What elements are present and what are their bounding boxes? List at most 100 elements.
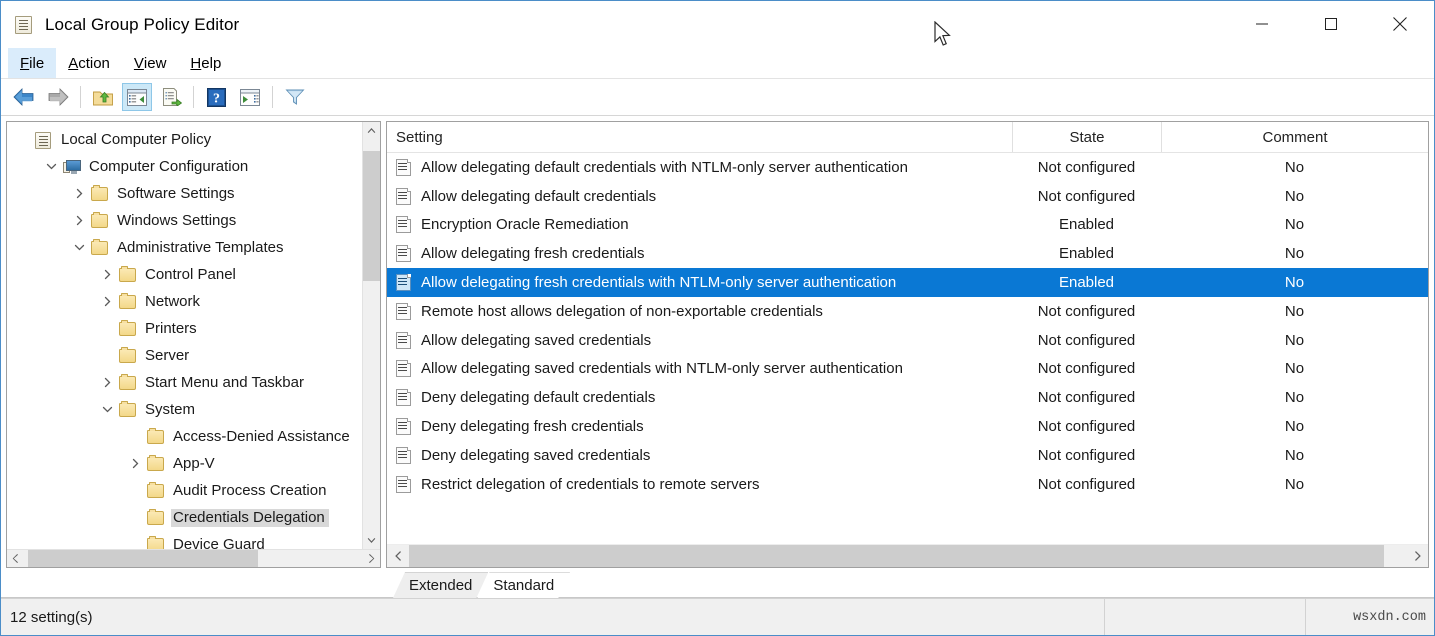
show-hide-tree-icon[interactable] xyxy=(122,83,152,111)
menu-action[interactable]: Action xyxy=(56,48,122,78)
chevron-right-icon[interactable] xyxy=(70,180,89,207)
tree-item[interactable]: Network xyxy=(7,288,362,315)
scroll-up-icon[interactable] xyxy=(363,122,380,139)
minimize-button[interactable] xyxy=(1227,1,1296,47)
tree-item[interactable]: Server xyxy=(7,342,362,369)
tree-item[interactable]: System xyxy=(7,396,362,423)
scroll-down-icon[interactable] xyxy=(363,532,380,549)
column-header-state[interactable]: State xyxy=(1012,122,1161,152)
status-segment-middle xyxy=(1104,599,1305,635)
chevron-right-icon[interactable] xyxy=(70,207,89,234)
cell-setting: Allow delegating default credentials wit… xyxy=(387,158,1012,177)
table-row[interactable]: Restrict delegation of credentials to re… xyxy=(387,470,1428,499)
menu-help[interactable]: Help xyxy=(178,48,233,78)
tree-item[interactable]: Control Panel xyxy=(7,261,362,288)
tree-vertical-scrollbar[interactable] xyxy=(362,122,380,549)
chevron-down-icon[interactable] xyxy=(98,396,117,423)
table-row[interactable]: Deny delegating saved credentialsNot con… xyxy=(387,441,1428,470)
table-row[interactable]: Deny delegating fresh credentialsNot con… xyxy=(387,412,1428,441)
tree-horizontal-scrollbar[interactable] xyxy=(7,549,380,567)
menu-file[interactable]: File xyxy=(8,48,56,78)
list-hscroll-thumb[interactable] xyxy=(409,545,1384,567)
tree-item-label: Printers xyxy=(143,320,201,338)
title-bar[interactable]: Local Group Policy Editor xyxy=(1,1,1434,48)
table-row[interactable]: Allow delegating default credentials wit… xyxy=(387,153,1428,182)
policy-scroll-icon xyxy=(12,13,36,37)
scroll-left-icon[interactable] xyxy=(387,545,409,567)
policy-setting-icon xyxy=(394,359,415,378)
policy-setting-icon xyxy=(394,388,415,407)
cell-setting: Remote host allows delegation of non-exp… xyxy=(387,302,1012,321)
close-button[interactable] xyxy=(1365,1,1434,47)
chevron-right-icon[interactable] xyxy=(98,288,117,315)
tree-item[interactable]: App-V xyxy=(7,450,362,477)
tree-item[interactable]: Administrative Templates xyxy=(7,234,362,261)
table-row[interactable]: Deny delegating default credentialsNot c… xyxy=(387,383,1428,412)
tree-item[interactable]: Access-Denied Assistance xyxy=(7,423,362,450)
list-header-row: Setting State Comment xyxy=(387,122,1428,153)
tree-item[interactable]: Printers xyxy=(7,315,362,342)
table-row[interactable]: Allow delegating fresh credentials with … xyxy=(387,268,1428,297)
folder-icon xyxy=(117,400,139,420)
tree-item-label: Computer Configuration xyxy=(87,158,252,176)
console-tree[interactable]: Local Computer Policy Computer Configurat… xyxy=(7,122,362,549)
menu-view[interactable]: View xyxy=(122,48,179,78)
folder-icon xyxy=(145,481,167,501)
scroll-right-icon[interactable] xyxy=(1406,545,1428,567)
forward-icon[interactable] xyxy=(43,83,73,111)
tree-item[interactable]: Software Settings xyxy=(7,180,362,207)
setting-name: Deny delegating default credentials xyxy=(421,389,655,406)
column-header-comment[interactable]: Comment xyxy=(1161,122,1428,152)
folder-icon xyxy=(117,373,139,393)
tree-item[interactable]: Device Guard xyxy=(7,531,362,549)
policy-scroll-icon xyxy=(33,130,55,150)
tree-item-label: Windows Settings xyxy=(115,212,240,230)
table-row[interactable]: Allow delegating saved credentials with … xyxy=(387,355,1428,384)
tree-item-label: Credentials Delegation xyxy=(171,509,329,527)
tree-item[interactable]: Credentials Delegation xyxy=(7,504,362,531)
tree-item[interactable]: Computer Configuration xyxy=(7,153,362,180)
table-row[interactable]: Allow delegating fresh credentialsEnable… xyxy=(387,239,1428,268)
tree-item[interactable]: Start Menu and Taskbar xyxy=(7,369,362,396)
chevron-down-icon[interactable] xyxy=(42,153,61,180)
column-header-setting[interactable]: Setting xyxy=(387,122,1012,152)
chevron-down-icon[interactable] xyxy=(70,234,89,261)
tree-scroll-thumb[interactable] xyxy=(363,151,380,281)
tree-item-label: Server xyxy=(143,347,193,365)
tree-item[interactable]: Audit Process Creation xyxy=(7,477,362,504)
tree-hscroll-thumb[interactable] xyxy=(28,550,258,567)
scroll-right-icon[interactable] xyxy=(363,550,380,567)
tree-hscroll-track[interactable] xyxy=(24,550,363,567)
policy-setting-icon xyxy=(394,475,415,494)
properties-icon[interactable] xyxy=(235,83,265,111)
chevron-right-icon[interactable] xyxy=(98,369,117,396)
tree-scroll-track[interactable] xyxy=(363,139,380,532)
tree-item-label: App-V xyxy=(171,455,219,473)
table-row[interactable]: Remote host allows delegation of non-exp… xyxy=(387,297,1428,326)
setting-name: Allow delegating default credentials wit… xyxy=(421,159,908,176)
table-row[interactable]: Encryption Oracle RemediationEnabledNo xyxy=(387,211,1428,240)
up-one-level-icon[interactable] xyxy=(88,83,118,111)
policy-setting-icon xyxy=(394,187,415,206)
table-row[interactable]: Allow delegating default credentialsNot … xyxy=(387,182,1428,211)
cell-state: Not configured xyxy=(1012,418,1161,435)
filter-icon[interactable] xyxy=(280,83,310,111)
tree-item[interactable]: Windows Settings xyxy=(7,207,362,234)
tree-item-label: System xyxy=(143,401,199,419)
maximize-button[interactable] xyxy=(1296,1,1365,47)
scroll-left-icon[interactable] xyxy=(7,550,24,567)
back-icon[interactable] xyxy=(9,83,39,111)
tree-item[interactable]: Local Computer Policy xyxy=(7,126,362,153)
table-row[interactable]: Allow delegating saved credentialsNot co… xyxy=(387,326,1428,355)
setting-name: Allow delegating fresh credentials xyxy=(421,245,644,262)
list-horizontal-scrollbar[interactable] xyxy=(387,544,1428,567)
chevron-right-icon[interactable] xyxy=(98,261,117,288)
local-group-policy-editor-window: Local Group Policy Editor File Action Vi… xyxy=(0,0,1435,636)
settings-list[interactable]: Allow delegating default credentials wit… xyxy=(387,153,1428,544)
chevron-right-icon[interactable] xyxy=(126,450,145,477)
tab-standard[interactable]: Standard xyxy=(477,572,570,598)
help-icon[interactable]: ? xyxy=(201,83,231,111)
export-list-icon[interactable] xyxy=(156,83,186,111)
list-hscroll-track[interactable] xyxy=(409,545,1406,567)
tab-extended[interactable]: Extended xyxy=(393,572,488,598)
